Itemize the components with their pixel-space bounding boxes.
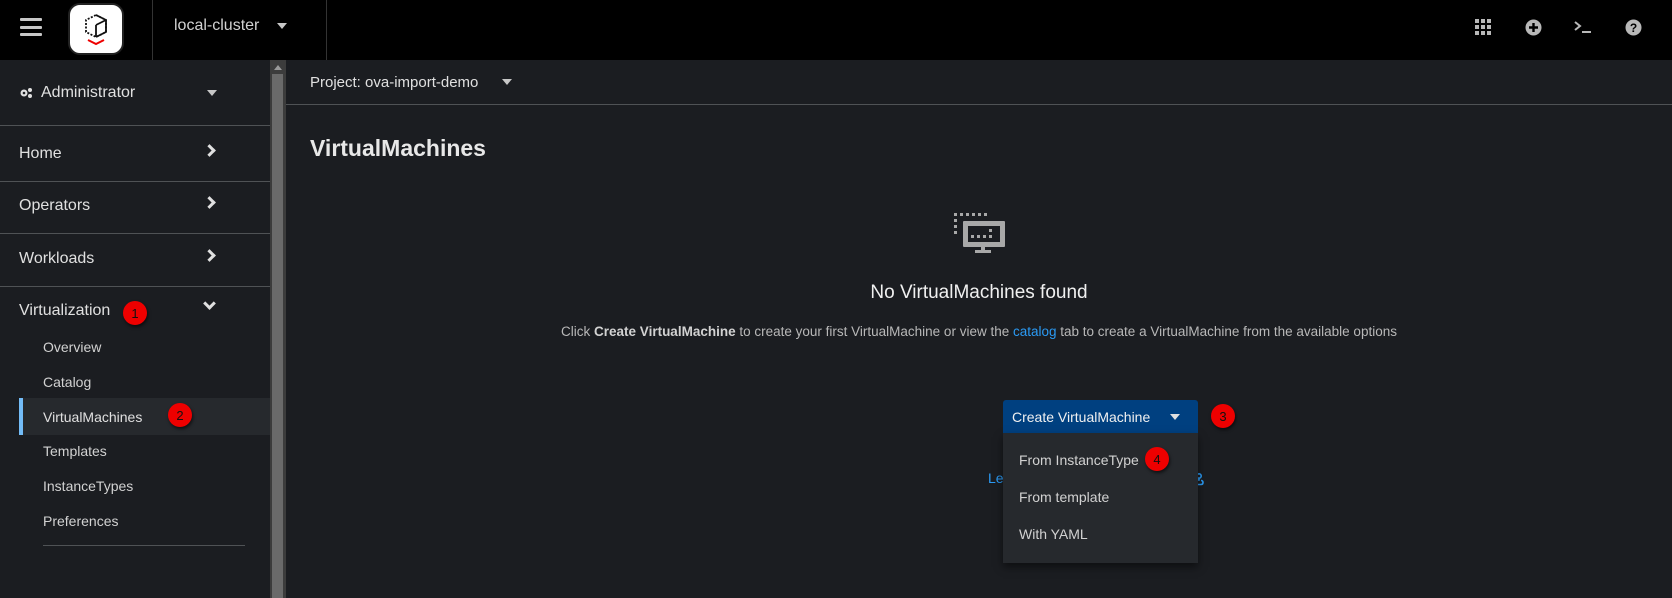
nav-item-preferences[interactable]: Preferences: [19, 502, 270, 539]
step-badge: 4: [1145, 447, 1169, 471]
nav-section-label: Home: [19, 144, 62, 162]
catalog-link[interactable]: catalog: [1013, 324, 1057, 339]
nav-section-operators[interactable]: Operators: [0, 178, 270, 234]
nav-item-label: Preferences: [43, 512, 119, 529]
caret-down-icon: [207, 90, 217, 96]
virtual-machine-icon: [954, 213, 1005, 253]
cluster-selector[interactable]: local-cluster: [174, 17, 288, 35]
create-button-label: Create VirtualMachine: [1012, 408, 1151, 425]
openshift-logo[interactable]: [68, 3, 124, 55]
nav-item-templates[interactable]: Templates: [19, 432, 270, 469]
step-badge: 2: [168, 403, 192, 427]
app-launcher-icon[interactable]: [1472, 16, 1494, 38]
nav-section-label: Operators: [19, 196, 91, 214]
scrollbar-thumb[interactable]: [272, 74, 283, 598]
chevron-right-icon: [203, 249, 216, 262]
caret-down-icon: [1170, 414, 1180, 420]
nav-divider: [43, 545, 245, 546]
page-title: VirtualMachines: [310, 135, 486, 161]
sidebar-scrollbar[interactable]: [270, 60, 286, 598]
body-text: tab to create a VirtualMachine from the …: [1056, 324, 1397, 339]
main-content: Project: ova-import-demo VirtualMachines…: [286, 60, 1672, 598]
nav-item-overview[interactable]: Overview: [19, 328, 270, 365]
body-bold-text: Create VirtualMachine: [594, 324, 736, 339]
project-label: Project: ova-import-demo: [310, 73, 479, 91]
caret-down-icon: [277, 23, 288, 29]
menu-item-label: From template: [1019, 488, 1110, 505]
step-badge: 1: [123, 301, 147, 325]
hamburger-menu-icon[interactable]: [20, 18, 42, 36]
perspective-switcher[interactable]: Administrator: [0, 60, 270, 126]
body-text: Click: [561, 324, 595, 339]
create-virtualmachine-button[interactable]: Create VirtualMachine: [1003, 400, 1198, 433]
menu-item-label: From InstanceType: [1019, 451, 1139, 468]
nav-item-catalog[interactable]: Catalog: [19, 363, 270, 400]
nav-section-label: Workloads: [19, 249, 95, 267]
chevron-down-icon: [203, 297, 216, 310]
chevron-right-icon: [203, 196, 216, 209]
cogs-icon: [20, 87, 32, 98]
svg-text:?: ?: [1629, 21, 1636, 35]
empty-state: No VirtualMachines found Click Create Vi…: [286, 212, 1672, 339]
cluster-name: local-cluster: [174, 17, 260, 34]
menu-item-with-yaml[interactable]: With YAML: [1003, 515, 1198, 552]
perspective-label: Administrator: [41, 83, 136, 101]
cube-icon: [85, 13, 107, 46]
scroll-up-arrow-icon[interactable]: [274, 65, 282, 70]
nav-item-label: Overview: [43, 338, 102, 355]
nav-item-label: Catalog: [43, 373, 92, 390]
masthead: local-cluster ?: [0, 0, 1672, 60]
nav-item-virtualmachines[interactable]: VirtualMachines 2: [19, 398, 270, 435]
nav-item-label: Templates: [43, 442, 107, 459]
chevron-right-icon: [203, 144, 216, 157]
nav-section-workloads[interactable]: Workloads: [0, 231, 270, 287]
menu-item-label: With YAML: [1019, 525, 1088, 542]
nav-item-label: InstanceTypes: [43, 477, 134, 494]
learn-more-link[interactable]: Le: [988, 470, 1004, 486]
body-text: to create your first VirtualMachine or v…: [735, 324, 1013, 339]
step-badge: 3: [1211, 404, 1235, 428]
project-selector[interactable]: Project: ova-import-demo: [286, 60, 1672, 105]
help-icon[interactable]: ?: [1622, 16, 1644, 38]
nav-section-home[interactable]: Home: [0, 126, 270, 182]
masthead-divider: [326, 0, 327, 60]
create-vm-dropdown-menu: From InstanceType 4 From template With Y…: [1003, 433, 1198, 563]
terminal-icon[interactable]: [1572, 16, 1594, 38]
nav-section-label: Virtualization: [19, 302, 111, 319]
menu-item-from-instancetype[interactable]: From InstanceType 4: [1003, 441, 1198, 478]
quick-create-plus-icon[interactable]: [1522, 16, 1544, 38]
empty-state-body: Click Create VirtualMachine to create yo…: [286, 324, 1672, 339]
empty-state-title: No VirtualMachines found: [870, 282, 1088, 303]
nav-item-label: VirtualMachines: [43, 408, 143, 425]
caret-down-icon: [502, 79, 513, 85]
menu-item-from-template[interactable]: From template: [1003, 478, 1198, 515]
sidebar-nav: Administrator Home Operators Workloads V…: [0, 60, 272, 598]
masthead-divider: [152, 0, 153, 60]
nav-item-instancetypes[interactable]: InstanceTypes: [19, 467, 270, 504]
